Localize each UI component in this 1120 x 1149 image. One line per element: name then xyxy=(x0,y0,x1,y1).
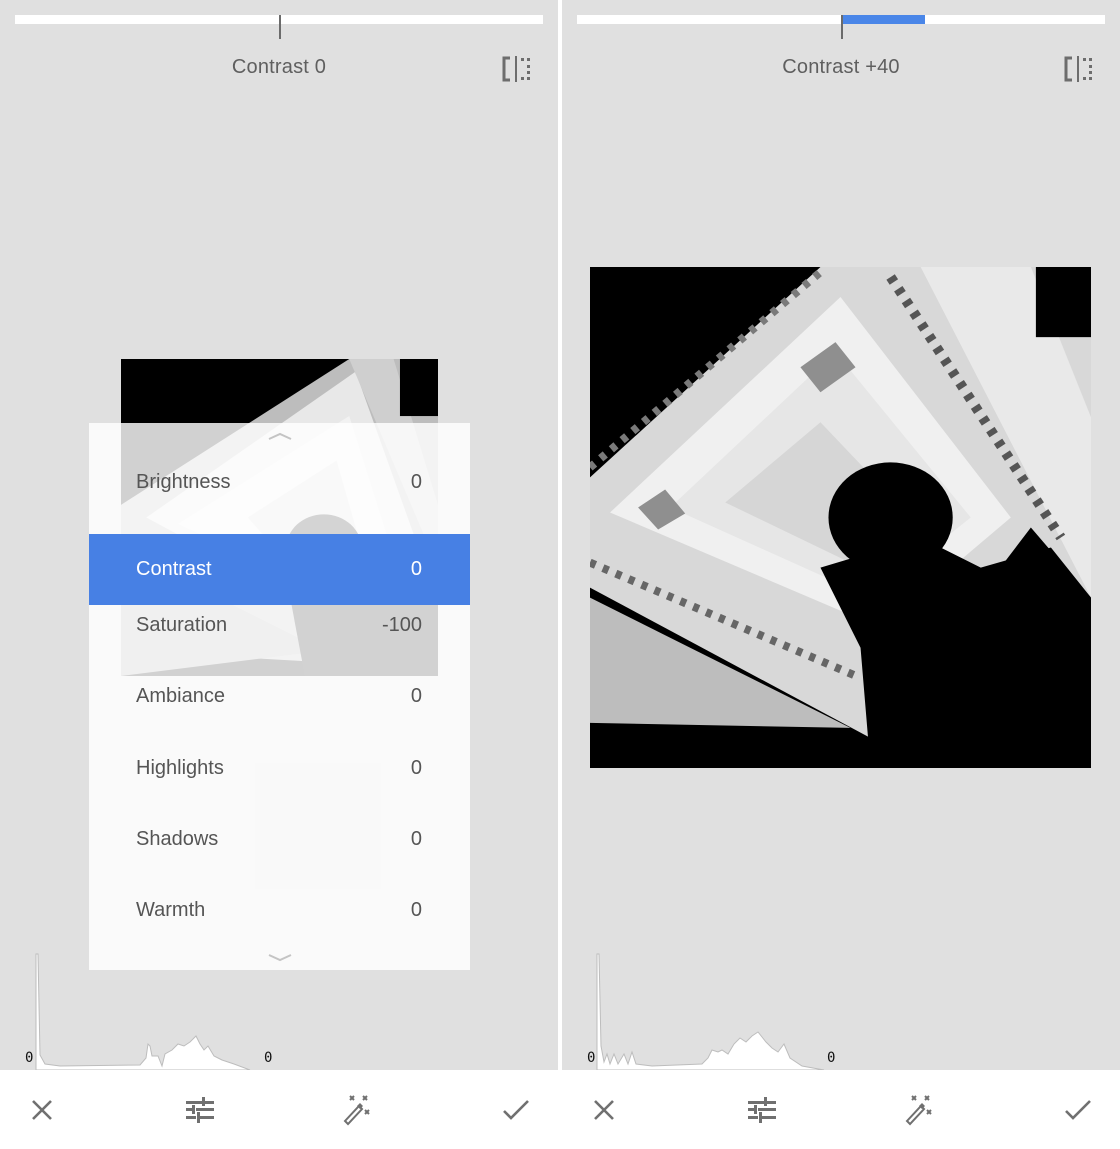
close-icon xyxy=(594,1100,614,1120)
menu-item-label: Saturation xyxy=(136,614,228,636)
histogram-curve xyxy=(35,953,251,1070)
histogram-left-label: 0 xyxy=(587,1050,596,1066)
menu-item-ambiance[interactable]: Ambiance 0 xyxy=(89,661,470,732)
histogram xyxy=(35,953,251,1070)
menu-item-label: Warmth xyxy=(136,899,206,921)
menu-item-label: Ambiance xyxy=(136,685,225,707)
menu-item-shadows[interactable]: Shadows 0 xyxy=(89,804,470,875)
slider-fill xyxy=(841,15,926,24)
checkmark-icon xyxy=(1065,1100,1091,1120)
chevron-up-icon[interactable] xyxy=(267,431,293,441)
photo-preview xyxy=(590,267,1091,768)
menu-item-warmth[interactable]: Warmth 0 xyxy=(89,875,470,946)
bottom-toolbar xyxy=(562,1070,1120,1149)
histogram-curve xyxy=(596,953,825,1070)
apply-button[interactable] xyxy=(498,1092,534,1128)
menu-item-brightness[interactable]: Brightness 0 xyxy=(89,447,470,518)
adjust-tools-button[interactable] xyxy=(182,1092,218,1128)
editor-screen-before: Contrast 0 Brightness 0 Contrast 0 Satur… xyxy=(0,0,558,1149)
menu-item-value: 0 xyxy=(410,828,422,850)
menu-item-value: 0 xyxy=(410,558,422,580)
histogram xyxy=(596,953,825,1070)
checkmark-icon xyxy=(503,1100,529,1120)
menu-item-label: Highlights xyxy=(136,757,224,779)
close-icon xyxy=(32,1100,52,1120)
cancel-button[interactable] xyxy=(24,1092,60,1128)
menu-item-value: 0 xyxy=(410,899,422,921)
apply-button[interactable] xyxy=(1060,1092,1096,1128)
menu-item-label: Contrast xyxy=(136,558,212,580)
magic-wand-icon xyxy=(343,1095,370,1126)
slider-center-marker xyxy=(841,15,843,39)
menu-item-label: Brightness xyxy=(136,471,231,493)
adjustment-menu: Brightness 0 Contrast 0 Saturation -100 … xyxy=(89,423,470,970)
compare-split-icon[interactable] xyxy=(502,56,532,82)
editor-screen-after: Contrast +40 0 0 xyxy=(562,0,1120,1149)
auto-adjust-button[interactable] xyxy=(902,1092,938,1128)
tune-sliders-icon xyxy=(748,1097,776,1123)
bottom-toolbar xyxy=(0,1070,558,1149)
menu-item-value: 0 xyxy=(410,471,422,493)
menu-item-value: 0 xyxy=(410,757,422,779)
histogram-right-label: 0 xyxy=(827,1050,836,1066)
adjustment-title: Contrast 0 xyxy=(231,56,327,78)
histogram-left-label: 0 xyxy=(25,1050,34,1066)
menu-item-label: Shadows xyxy=(136,828,219,850)
menu-item-highlights[interactable]: Highlights 0 xyxy=(89,733,470,804)
menu-item-saturation[interactable]: Saturation -100 xyxy=(89,590,470,661)
adjust-tools-button[interactable] xyxy=(744,1092,780,1128)
tune-sliders-icon xyxy=(186,1097,214,1123)
menu-item-value: -100 xyxy=(381,614,422,636)
auto-adjust-button[interactable] xyxy=(340,1092,376,1128)
compare-split-icon[interactable] xyxy=(1064,56,1094,82)
adjustment-title: Contrast +40 xyxy=(782,56,900,78)
magic-wand-icon xyxy=(905,1095,932,1126)
menu-item-value: 0 xyxy=(410,685,422,707)
cancel-button[interactable] xyxy=(586,1092,622,1128)
histogram-right-label: 0 xyxy=(264,1050,273,1066)
slider-center-marker xyxy=(279,15,281,39)
